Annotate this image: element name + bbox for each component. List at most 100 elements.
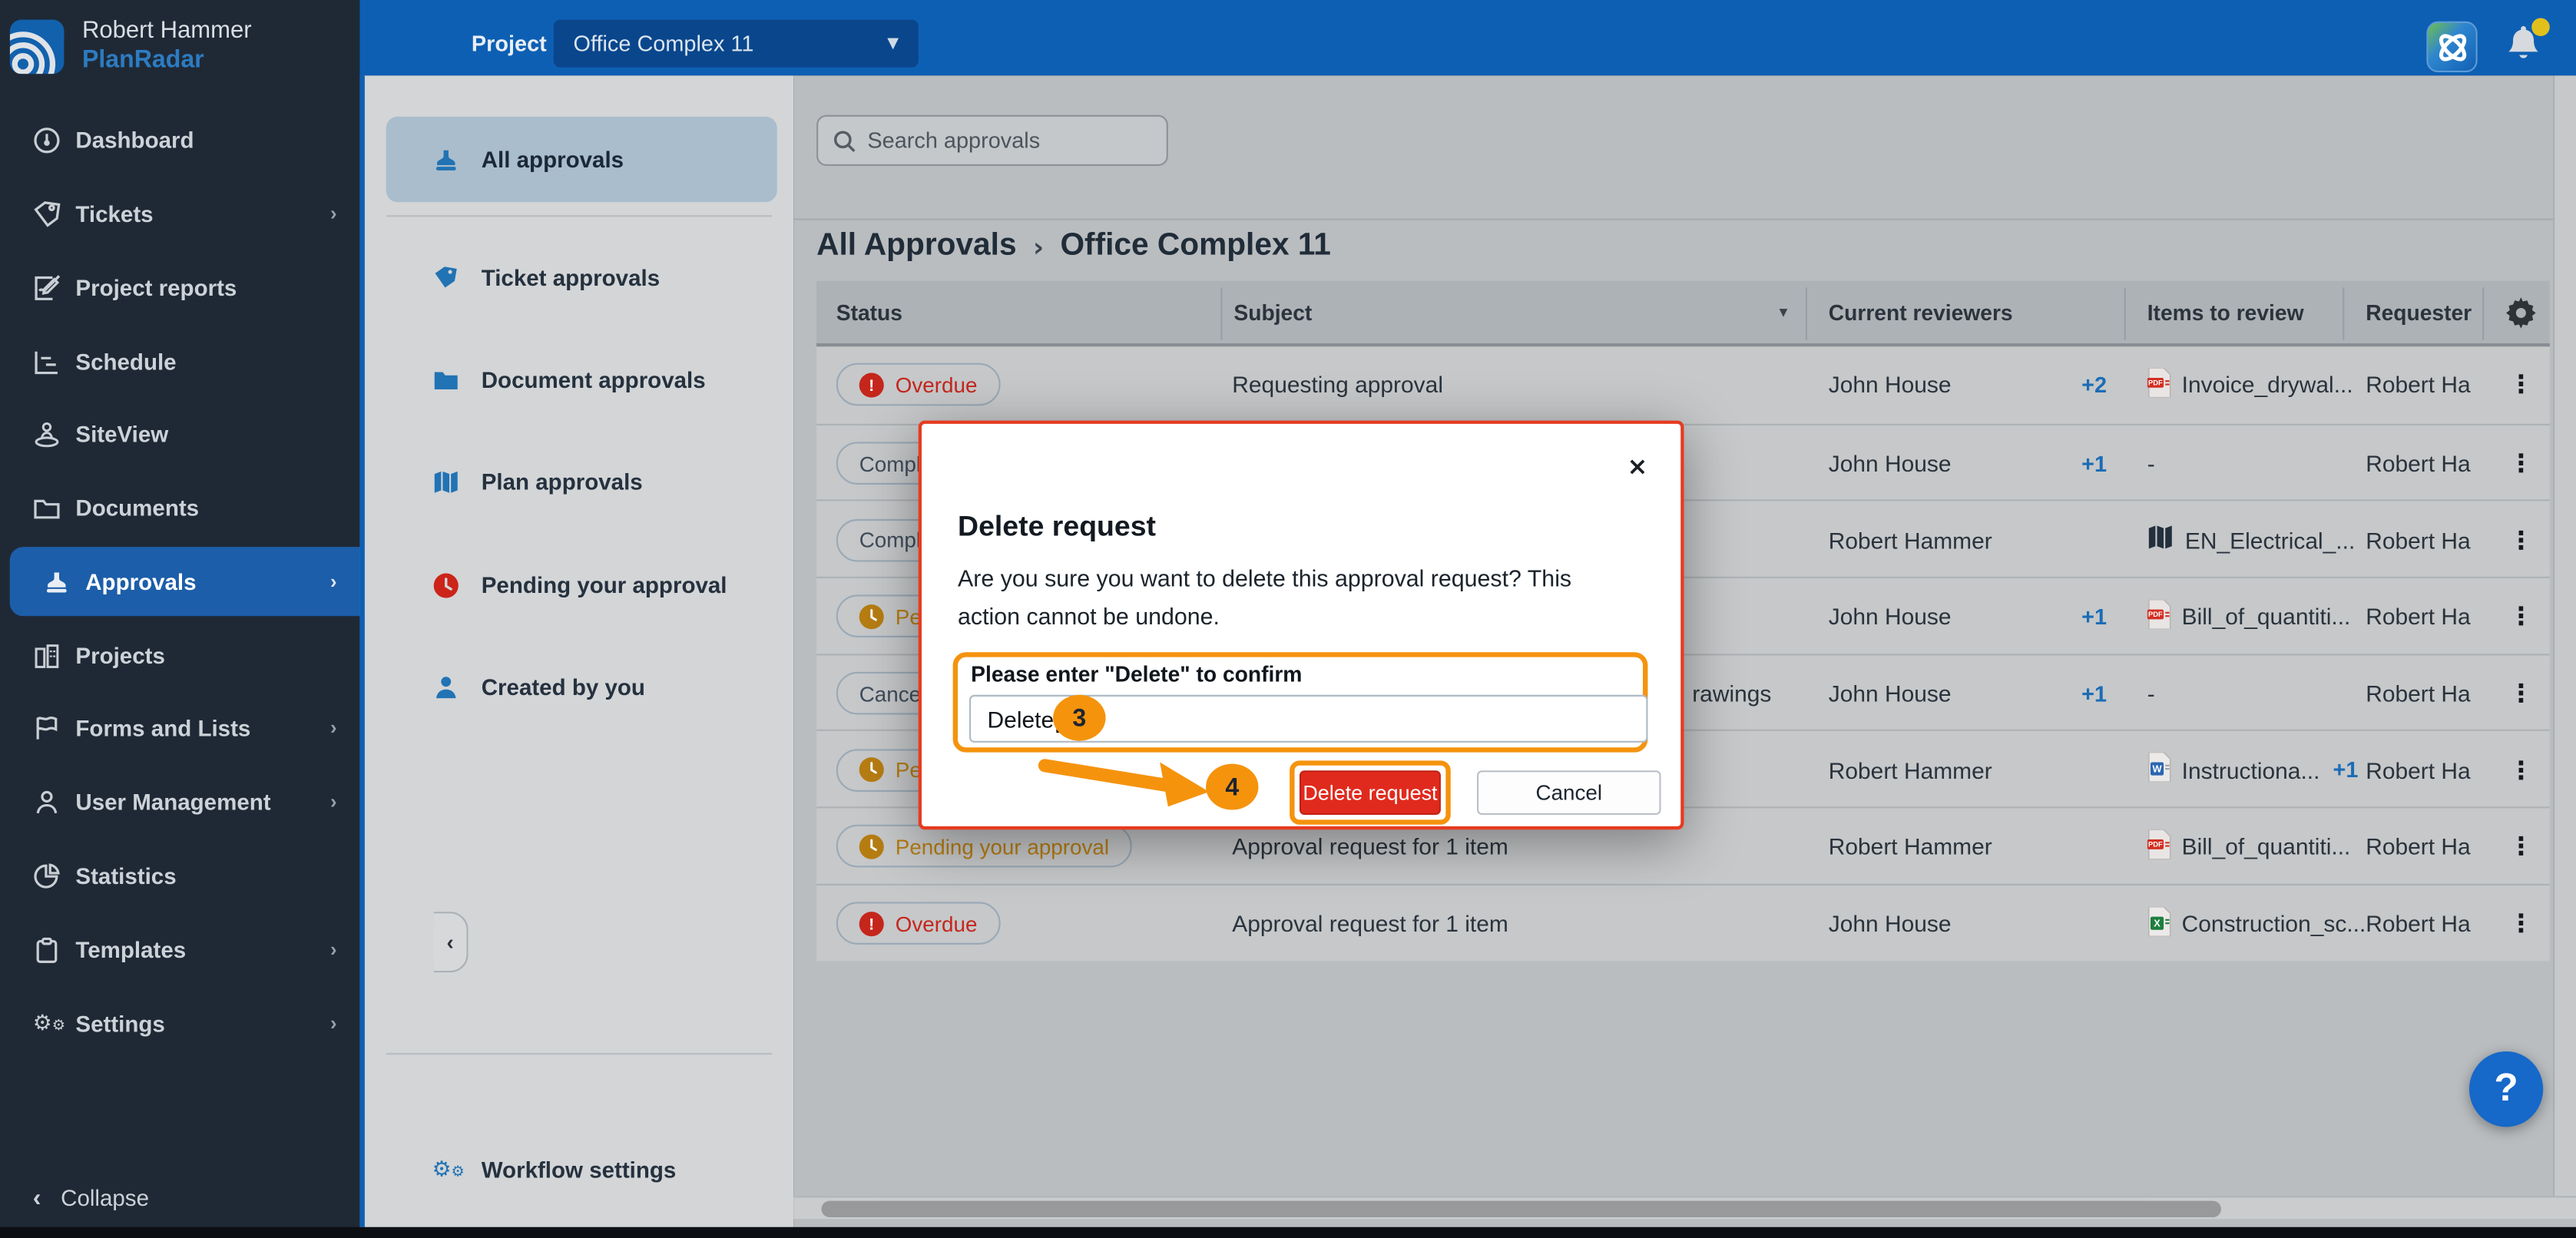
sidebar-item-siteview[interactable]: SiteView xyxy=(0,401,359,467)
requester-cell: Robert Ha xyxy=(2366,885,2481,962)
annotation-step-3-badge: 3 xyxy=(1053,695,1105,741)
cancel-button[interactable]: Cancel xyxy=(1477,770,1661,815)
plan-map-icon xyxy=(2147,525,2175,556)
panel-item-workflow-settings[interactable]: ⚙⚙ Workflow settings xyxy=(365,1137,799,1203)
sidebar-item-statistics[interactable]: Statistics xyxy=(0,842,359,909)
more-reviewers-link[interactable]: +1 xyxy=(2081,425,2107,501)
svg-text:PDF: PDF xyxy=(2148,378,2163,386)
items-cell[interactable]: PDF Bill_of_quantiti... xyxy=(2147,578,2377,655)
app-switcher-icon[interactable] xyxy=(2426,22,2477,72)
row-kebab-menu[interactable]: ⋮ xyxy=(2492,578,2550,655)
row-kebab-menu[interactable]: ⋮ xyxy=(2492,732,2550,809)
search-approvals-input[interactable]: Search approvals xyxy=(816,115,1168,166)
row-kebab-menu[interactable]: ⋮ xyxy=(2492,501,2550,578)
folder-icon xyxy=(432,366,460,393)
breadcrumb-root[interactable]: All Approvals xyxy=(816,228,1016,264)
panel-collapse-tab[interactable]: ‹ xyxy=(434,912,469,972)
chevron-right-icon: › xyxy=(330,1012,337,1035)
more-reviewers-link[interactable]: +1 xyxy=(2081,578,2107,655)
folder-icon xyxy=(33,494,61,521)
items-cell[interactable]: X Construction_sc... xyxy=(2147,885,2377,962)
reviewer-cell: John House xyxy=(1829,885,2133,962)
row-kebab-menu[interactable]: ⋮ xyxy=(2492,885,2550,962)
sidebar-collapse-button[interactable]: ‹ Collapse xyxy=(0,1165,359,1231)
excel-file-icon: X xyxy=(2147,906,2172,941)
sidebar-item-user-management[interactable]: User Management › xyxy=(0,769,359,835)
planradar-logo-icon xyxy=(10,20,65,74)
sidebar-item-project-reports[interactable]: Project reports xyxy=(0,255,359,321)
sidebar-item-settings[interactable]: ⚙⚙ Settings › xyxy=(0,991,359,1057)
modal-body-text: Are you sure you want to delete this app… xyxy=(958,562,1601,637)
breadcrumb-separator: › xyxy=(1033,231,1044,263)
row-kebab-menu[interactable]: ⋮ xyxy=(2492,809,2550,885)
pdf-file-icon: PDF xyxy=(2147,829,2172,864)
svg-text:W: W xyxy=(2152,763,2162,775)
column-header-subject[interactable]: Subject xyxy=(1233,281,1312,343)
sort-caret-icon[interactable]: ▾ xyxy=(1780,281,1788,343)
panel-item-created-by-you[interactable]: Created by you xyxy=(365,654,799,720)
panel-item-pending-your-approval[interactable]: Pending your approval xyxy=(365,552,799,618)
row-kebab-menu[interactable]: ⋮ xyxy=(2492,425,2550,501)
table-row[interactable]: !Overdue Requesting approval John House … xyxy=(816,346,2550,423)
person-icon xyxy=(432,673,460,700)
panel-item-document-approvals[interactable]: Document approvals xyxy=(365,346,799,412)
panel-item-all-approvals[interactable]: All approvals xyxy=(365,127,799,193)
dropdown-caret-icon: ▼ xyxy=(887,35,899,51)
column-header-status[interactable]: Status xyxy=(836,281,902,343)
project-dropdown[interactable]: Office Complex 11 ▼ xyxy=(554,20,919,68)
sidebar-item-schedule[interactable]: Schedule xyxy=(0,329,359,395)
search-icon xyxy=(833,129,856,152)
vertical-scrollbar-track[interactable] xyxy=(2553,75,2576,1196)
approval-stamp-icon xyxy=(43,568,71,595)
breadcrumb-current: Office Complex 11 xyxy=(1060,228,1330,264)
horizontal-scrollbar-track[interactable] xyxy=(793,1196,2576,1219)
table-settings-gear-icon[interactable] xyxy=(2505,281,2537,343)
horizontal-scrollbar-thumb[interactable] xyxy=(822,1201,2221,1217)
sidebar-item-tickets[interactable]: Tickets › xyxy=(0,180,359,247)
approvals-panel: All approvals Ticket approvals Document … xyxy=(359,75,793,1226)
panel-divider xyxy=(386,1053,773,1054)
requester-cell: Robert Ha xyxy=(2366,809,2481,885)
panel-divider xyxy=(386,215,773,217)
column-header-requester[interactable]: Requester xyxy=(2366,281,2477,343)
chevron-right-icon: › xyxy=(330,790,337,813)
items-cell[interactable]: PDF Invoice_drywal... xyxy=(2147,346,2377,423)
items-cell[interactable]: EN_Electrical_... xyxy=(2147,501,2377,578)
requester-cell: Robert Ha xyxy=(2366,346,2481,423)
column-header-items[interactable]: Items to review xyxy=(2147,281,2304,343)
delete-request-button[interactable]: Delete request xyxy=(1300,770,1441,815)
dashboard-icon xyxy=(33,126,61,154)
column-header-reviewers[interactable]: Current reviewers xyxy=(1829,281,2013,343)
status-badge: !Overdue xyxy=(836,902,1001,945)
map-icon xyxy=(432,468,460,495)
status-badge: !Overdue xyxy=(836,363,1001,406)
primary-sidebar: Robert Hammer PlanRadar Dashboard Ticket… xyxy=(0,0,359,1227)
row-kebab-menu[interactable]: ⋮ xyxy=(2492,655,2550,732)
items-cell[interactable]: W Instructiona... +1 xyxy=(2147,732,2377,809)
sidebar-item-documents[interactable]: Documents xyxy=(0,475,359,541)
more-reviewers-link[interactable]: +1 xyxy=(2081,655,2107,732)
help-button[interactable]: ? xyxy=(2469,1051,2543,1127)
close-icon[interactable]: × xyxy=(1627,455,1648,480)
sidebar-item-projects[interactable]: Projects xyxy=(0,623,359,689)
approval-stamp-icon xyxy=(432,145,460,173)
requester-cell: Robert Ha xyxy=(2366,425,2481,501)
row-kebab-menu[interactable]: ⋮ xyxy=(2492,346,2550,423)
items-cell[interactable]: PDF Bill_of_quantiti... xyxy=(2147,809,2377,885)
siteview-person-pin-icon xyxy=(33,420,61,448)
reviewer-cell: Robert Hammer xyxy=(1829,501,2133,578)
chevron-right-icon: › xyxy=(330,717,337,740)
sidebar-item-templates[interactable]: Templates › xyxy=(0,917,359,983)
sidebar-item-dashboard[interactable]: Dashboard xyxy=(0,107,359,173)
sidebar-item-approvals[interactable]: Approvals › xyxy=(10,547,360,616)
svg-text:!: ! xyxy=(869,376,874,395)
sidebar-item-forms-and-lists[interactable]: Forms and Lists › xyxy=(0,695,359,761)
more-items-link[interactable]: +1 xyxy=(2333,758,2359,783)
ticket-tag-icon xyxy=(432,263,460,291)
gears-icon: ⚙⚙ xyxy=(33,1009,61,1037)
more-reviewers-link[interactable]: +2 xyxy=(2081,346,2107,423)
table-row[interactable]: !Overdue Approval request for 1 item Joh… xyxy=(816,883,2550,960)
panel-item-plan-approvals[interactable]: Plan approvals xyxy=(365,449,799,515)
requester-cell: Robert Ha xyxy=(2366,732,2481,809)
panel-item-ticket-approvals[interactable]: Ticket approvals xyxy=(365,245,799,311)
